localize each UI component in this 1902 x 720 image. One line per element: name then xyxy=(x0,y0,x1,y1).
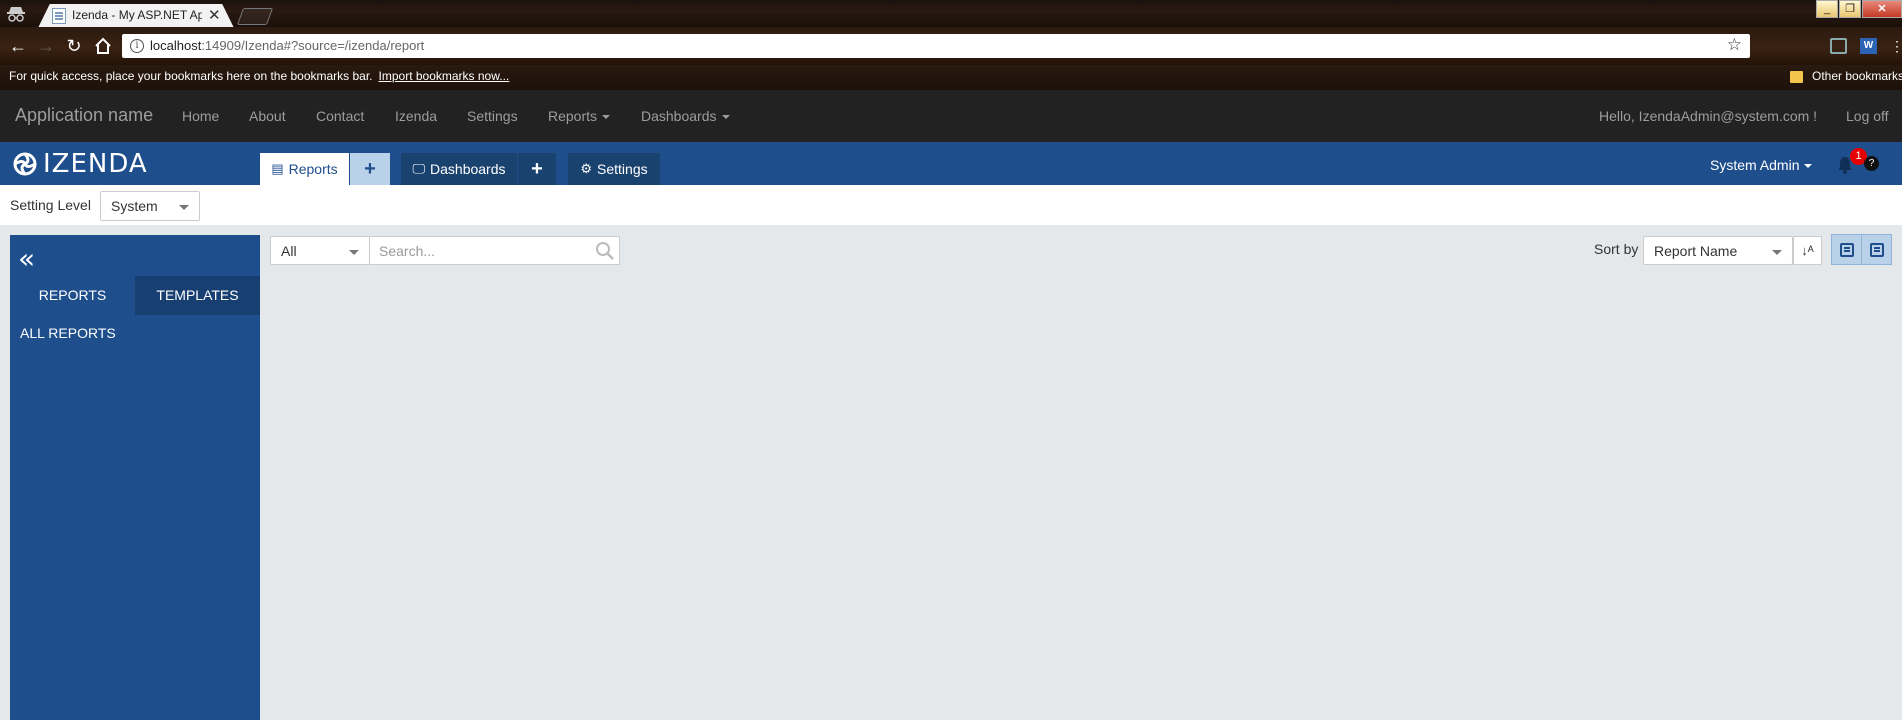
expand-view-icon xyxy=(1840,243,1854,257)
collapse-view-button[interactable] xyxy=(1861,234,1892,265)
sidebar-tab-templates[interactable]: TEMPLATES xyxy=(135,276,260,315)
expand-view-button[interactable] xyxy=(1831,234,1862,265)
caret-down-icon xyxy=(1804,164,1813,169)
user-menu-label: System Admin xyxy=(1710,157,1800,173)
sort-direction-button[interactable]: ↓ᴬ xyxy=(1793,236,1822,265)
word-extension-icon[interactable]: W xyxy=(1860,38,1877,54)
nav-home[interactable]: Home xyxy=(182,108,219,124)
search-box[interactable] xyxy=(370,236,620,265)
browser-toolbar: ← → ↻ i localhost:14909/Izenda#?source=/… xyxy=(0,27,1902,65)
search-icon[interactable] xyxy=(595,241,615,261)
minimize-button[interactable]: _ xyxy=(1816,0,1838,18)
sort-by-label: Sort by xyxy=(1594,241,1639,257)
restore-button[interactable]: ❐ xyxy=(1839,0,1861,18)
add-dashboard-button[interactable]: + xyxy=(518,153,556,185)
browser-tab-title: Izenda - My ASP.NET Ap xyxy=(72,8,202,22)
url-text: localhost:14909/Izenda#?source=/izenda/r… xyxy=(150,38,424,53)
caret-down-icon xyxy=(721,115,730,120)
category-filter-value: All xyxy=(281,243,297,259)
bookmarks-hint: For quick access, place your bookmarks h… xyxy=(9,69,509,83)
chevron-down-icon xyxy=(179,205,189,210)
nav-about[interactable]: About xyxy=(249,108,286,124)
add-report-button[interactable]: + xyxy=(350,153,390,185)
address-bar[interactable]: i localhost:14909/Izenda#?source=/izenda… xyxy=(122,34,1750,58)
window-close-button[interactable]: ✕ xyxy=(1862,0,1902,18)
tab-reports[interactable]: ▤ Reports xyxy=(260,153,349,185)
sidebar-tab-reports[interactable]: REPORTS xyxy=(10,276,135,315)
izenda-logo[interactable]: IZENDA xyxy=(11,151,148,177)
setting-level-bar: Setting Level System xyxy=(0,185,1902,225)
app-brand[interactable]: Application name xyxy=(15,105,153,126)
browser-menu-icon[interactable]: ⋮ xyxy=(1890,38,1902,54)
nav-izenda[interactable]: Izenda xyxy=(395,108,437,124)
plus-icon: + xyxy=(531,157,543,180)
browser-tab-active[interactable]: Izenda - My ASP.NET Ap ✕ xyxy=(38,4,234,28)
nav-dashboards-label: Dashboards xyxy=(641,108,717,124)
tab-dashboards-label: Dashboards xyxy=(430,161,506,177)
report-sidebar: « REPORTS TEMPLATES ALL REPORTS xyxy=(10,235,260,720)
url-host: localhost xyxy=(150,38,202,53)
caret-down-icon xyxy=(602,115,611,120)
chevron-down-icon xyxy=(1772,250,1782,255)
nav-contact[interactable]: Contact xyxy=(316,108,364,124)
bookmarks-hint-text: For quick access, place your bookmarks h… xyxy=(9,69,373,83)
nav-reports-label: Reports xyxy=(548,108,598,124)
izenda-logo-text: IZENDA xyxy=(43,149,148,179)
izenda-logo-icon xyxy=(13,152,37,176)
nav-reports-dropdown[interactable]: Reports xyxy=(548,108,611,124)
plus-icon: + xyxy=(364,157,376,180)
help-icon[interactable]: ? xyxy=(1864,156,1879,171)
logoff-link[interactable]: Log off xyxy=(1846,108,1889,124)
nav-dashboards-dropdown[interactable]: Dashboards xyxy=(641,108,730,124)
site-info-icon[interactable]: i xyxy=(130,39,144,53)
url-path: :14909/Izenda#?source=/izenda/report xyxy=(201,38,425,53)
import-bookmarks-link[interactable]: Import bookmarks now... xyxy=(379,69,510,83)
user-greeting[interactable]: Hello, IzendaAdmin@system.com ! xyxy=(1599,108,1817,124)
browser-tab-strip: Izenda - My ASP.NET Ap ✕ _ ❐ ✕ xyxy=(0,0,1902,28)
category-filter-select[interactable]: All xyxy=(270,236,370,265)
nav-settings[interactable]: Settings xyxy=(467,108,518,124)
gear-icon: ⚙ xyxy=(580,161,593,176)
izenda-header: IZENDA ▤ Reports + 🖵 Dashboards + ⚙ Sett… xyxy=(0,142,1902,185)
search-input[interactable] xyxy=(379,243,579,259)
tab-settings-label: Settings xyxy=(597,161,648,177)
tab-close-icon[interactable]: ✕ xyxy=(208,6,221,24)
setting-level-select[interactable]: System xyxy=(100,191,200,221)
other-bookmarks-link[interactable]: Other bookmarks xyxy=(1812,69,1902,83)
home-icon[interactable] xyxy=(93,36,113,56)
folder-icon xyxy=(1790,71,1803,83)
site-navbar: Application name Home About Contact Izen… xyxy=(0,90,1902,142)
bookmark-star-icon[interactable]: ☆ xyxy=(1727,35,1742,55)
page-favicon-icon xyxy=(52,8,66,24)
chevron-down-icon xyxy=(349,250,359,255)
user-menu-dropdown[interactable]: System Admin xyxy=(1710,157,1813,173)
bookmarks-bar: For quick access, place your bookmarks h… xyxy=(0,65,1902,90)
window-controls: _ ❐ ✕ xyxy=(1815,0,1902,18)
collapse-view-icon xyxy=(1870,243,1884,257)
cast-icon[interactable] xyxy=(1830,38,1847,54)
sort-by-select[interactable]: Report Name xyxy=(1643,236,1793,265)
tab-settings[interactable]: ⚙ Settings xyxy=(568,153,660,185)
back-arrow-icon[interactable]: ← xyxy=(8,36,28,56)
monitor-icon: 🖵 xyxy=(412,161,426,176)
setting-level-label: Setting Level xyxy=(10,197,91,213)
tab-reports-label: Reports xyxy=(288,161,338,177)
new-tab-button[interactable] xyxy=(236,8,274,25)
reload-icon[interactable]: ↻ xyxy=(64,36,84,56)
sort-by-value: Report Name xyxy=(1654,243,1738,259)
incognito-icon xyxy=(7,7,25,22)
setting-level-value: System xyxy=(111,198,158,214)
forward-arrow-icon[interactable]: → xyxy=(36,36,56,56)
sidebar-item-all-reports[interactable]: ALL REPORTS xyxy=(20,325,116,341)
list-icon: ▤ xyxy=(271,161,284,176)
collapse-sidebar-icon[interactable]: « xyxy=(18,245,35,273)
tab-dashboards[interactable]: 🖵 Dashboards xyxy=(401,153,517,185)
